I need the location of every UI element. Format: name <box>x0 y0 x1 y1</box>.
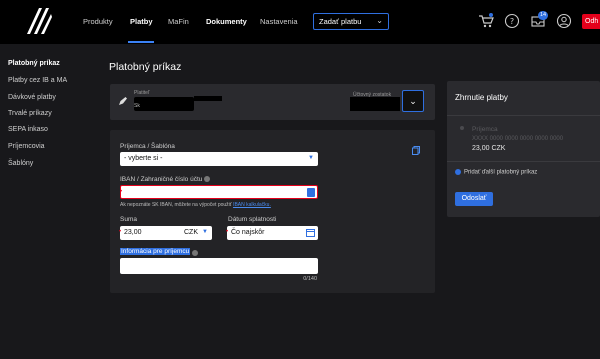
add-payment-label: Pridať ďalší platobný príkaz <box>464 169 538 176</box>
iban-label-text: IBAN / Zahraničné číslo účtu <box>120 176 203 183</box>
help-icon[interactable]: ? <box>504 13 520 29</box>
recipient-select[interactable]: - vyberte si - ▼ <box>120 152 318 166</box>
iban-lookup-icon[interactable] <box>307 188 315 197</box>
summary-amount: 23,00 CZK <box>472 145 506 152</box>
divider <box>447 115 600 116</box>
sidebar-item-trvale-prikazy[interactable]: Trvalé príkazy <box>8 110 52 117</box>
add-payment-link[interactable]: Pridať ďalší platobný príkaz <box>455 169 537 176</box>
sidebar: Platobný príkaz Platby cez IB a MA Dávko… <box>0 44 90 359</box>
chevron-down-icon: ⌄ <box>409 96 417 106</box>
char-counter: 0/140 <box>303 276 317 282</box>
sidebar-item-davkove-platby[interactable]: Dávkové platby <box>8 94 56 101</box>
info-icon[interactable] <box>204 176 211 183</box>
nav-active-indicator <box>128 41 154 43</box>
summary-account: XXXX 0000 0000 0000 0000 0000 <box>472 136 564 142</box>
payer-account-redacted-extra <box>194 96 222 101</box>
caret-down-icon: ▼ <box>308 155 314 161</box>
new-payment-select-label: Zadať platbu <box>319 17 362 26</box>
iban-input[interactable]: • <box>120 185 318 199</box>
top-bar: Produkty Platby MaFin Dokumenty Nastaven… <box>0 0 600 44</box>
payer-expand-button[interactable]: ⌄ <box>402 90 424 112</box>
payment-summary: Zhrnutie platby Príjemca XXXX 0000 0000 … <box>447 81 600 217</box>
caret-down-icon[interactable]: ▼ <box>202 229 208 235</box>
user-icon[interactable] <box>556 13 572 29</box>
recipient-info-label: Informácia pre príjemcu <box>120 248 191 255</box>
payer-account-prefix: Sk <box>134 103 140 109</box>
messages-badge: 14 <box>538 11 549 20</box>
info-icon[interactable] <box>192 250 198 256</box>
nav-dokumenty[interactable]: Dokumenty <box>206 0 247 44</box>
recipient-label: Príjemca / Šablóna <box>120 143 175 150</box>
payer-account-card[interactable]: Platiteľ Sk Účtovný zostatok ⌄ <box>110 84 435 120</box>
nav-platby[interactable]: Platby <box>130 0 153 44</box>
bank-logo[interactable] <box>24 4 54 38</box>
required-marker: • <box>226 229 229 235</box>
payer-account-redacted <box>134 97 194 111</box>
recipient-select-value: - vyberte si - <box>124 155 163 162</box>
recipient-dot-icon <box>460 126 464 130</box>
payment-form: Príjemca / Šablóna - vyberte si - ▼ IBAN… <box>110 130 435 293</box>
sidebar-item-platobny-prikaz[interactable]: Platobný príkaz <box>8 60 60 67</box>
sidebar-item-prijemcovia[interactable]: Príjemcovia <box>8 143 45 150</box>
plus-circle-icon <box>455 169 461 175</box>
chevron-down-icon: ⌄ <box>376 16 383 25</box>
due-date-input[interactable]: • Čo najskôr <box>226 226 318 240</box>
iban-note-text: Ak nepoznáte SK IBAN, môžete na výpočet … <box>120 202 232 208</box>
summary-recipient: Príjemca <box>472 126 498 133</box>
iban-note: Ak nepoznáte SK IBAN, môžete na výpočet … <box>120 202 271 208</box>
logout-button[interactable]: Odh <box>582 14 600 29</box>
edit-icon <box>119 97 127 105</box>
send-button[interactable]: Odoslať <box>455 192 493 206</box>
svg-text:?: ? <box>510 17 514 26</box>
balance-redacted <box>350 97 400 111</box>
amount-label: Suma <box>120 216 137 223</box>
payer-label: Platiteľ <box>134 90 150 96</box>
due-date-value: Čo najskôr <box>231 229 265 236</box>
iban-label: IBAN / Zahraničné číslo účtu <box>120 176 211 183</box>
due-date-label: Dátum splatnosti <box>228 216 277 223</box>
currency-value: CZK <box>184 229 198 236</box>
recipient-info-input[interactable] <box>120 258 318 274</box>
nav-produkty[interactable]: Produkty <box>83 0 113 44</box>
nav-nastavenia[interactable]: Nastavenia <box>260 0 298 44</box>
summary-title: Zhrnutie platby <box>455 93 508 102</box>
amount-input[interactable]: • 23,00 CZK ▼ <box>119 226 212 240</box>
calendar-icon[interactable] <box>306 228 315 237</box>
divider <box>447 161 600 162</box>
page-title: Platobný príkaz <box>109 61 182 73</box>
cart-badge <box>489 13 493 17</box>
required-marker: • <box>119 229 122 235</box>
amount-input-value: 23,00 <box>124 229 142 236</box>
new-payment-select[interactable]: Zadať platbu ⌄ <box>313 13 389 30</box>
iban-calculator-link[interactable]: IBAN kalkulačku. <box>233 202 271 208</box>
sidebar-item-platby-cez-ib[interactable]: Platby cez IB a MA <box>8 77 67 84</box>
sidebar-item-sablony[interactable]: Šablóny <box>8 160 33 167</box>
required-marker: • <box>120 189 123 195</box>
sidebar-item-sepa-inkaso[interactable]: SEPA inkaso <box>8 126 48 133</box>
nav-mafin[interactable]: MaFin <box>168 0 189 44</box>
copy-icon[interactable] <box>412 146 420 155</box>
